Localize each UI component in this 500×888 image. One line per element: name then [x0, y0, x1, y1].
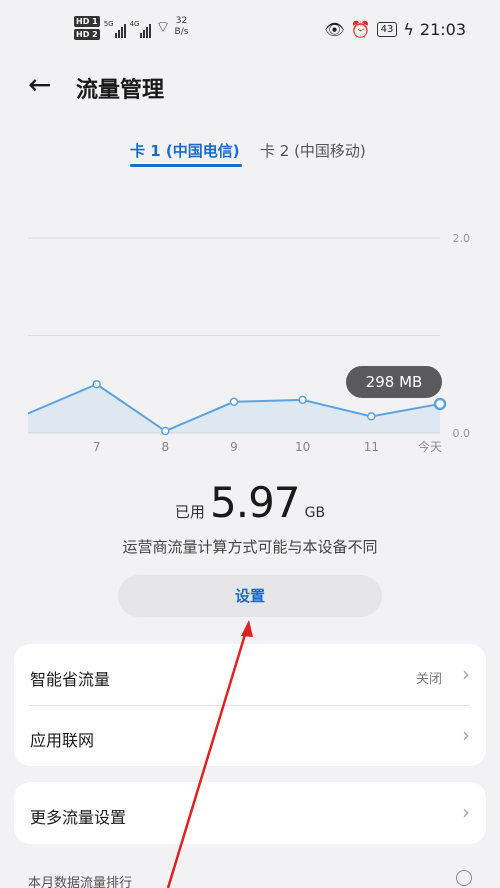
network-speed: 32 B/s [174, 16, 189, 37]
y-tick-label: 0.0 [453, 427, 471, 440]
wifi-icon: ⌔ [155, 17, 171, 36]
usage-value: 5.97 [210, 478, 301, 527]
row-value: 关闭 [415, 672, 442, 687]
status-time: 21:03 [419, 20, 466, 39]
data-point [367, 412, 376, 421]
status-left: HD 1 HD 2 5G 4G ⌔ 32 B/s [74, 16, 188, 40]
row-label: 应用联网 [30, 731, 95, 750]
x-tick-label: 9 [230, 440, 238, 454]
tab-sim-2[interactable]: 卡 2 (中国移动) [260, 140, 366, 161]
eye-icon: 👁 [324, 20, 345, 39]
settings-button[interactable]: 设置 [118, 575, 382, 617]
chevron-right-icon: › [462, 800, 470, 824]
chevron-right-icon: › [462, 662, 470, 686]
more-settings-card: 更多流量设置 › [14, 782, 486, 844]
signal-1-icon: 5G [104, 16, 126, 38]
x-tick-label: 今天 [418, 439, 442, 454]
status-right: 👁 ⏰ 43 ϟ 21:03 [324, 20, 466, 39]
usage-chart: 2.0 0.0 7 8 9 10 11 今天 298 MB [27, 232, 471, 454]
data-point [161, 426, 170, 436]
tab-indicator [130, 164, 242, 167]
data-point [298, 395, 307, 405]
alarm-icon: ⏰ [350, 20, 371, 39]
chevron-right-icon: › [462, 723, 470, 747]
more-data-settings-row[interactable]: 更多流量设置 › [14, 782, 486, 843]
charging-icon: ϟ [403, 20, 414, 39]
hd-badge-2: HD 2 [74, 29, 100, 40]
arrow-left-icon[interactable]: ← [28, 70, 51, 100]
row-label: 更多流量设置 [30, 808, 127, 827]
smart-data-saver-row[interactable]: 智能省流量 关闭 › [14, 644, 486, 706]
monthly-ranking-label: 本月数据流量排行 [28, 876, 133, 888]
page-title: 流量管理 [76, 78, 165, 103]
x-tick-label: 8 [162, 440, 170, 454]
usage-prefix: 已用 [174, 503, 205, 521]
top-bar: ← 流量管理 [0, 70, 500, 104]
tab-sim-1[interactable]: 卡 1 (中国电信) [130, 140, 240, 161]
options-card: 智能省流量 关闭 › 应用联网 › [14, 644, 486, 766]
data-point [229, 397, 239, 407]
info-circle-icon[interactable] [456, 870, 472, 886]
hd-badge-1: HD 1 [74, 16, 100, 27]
tooltip-label: 298 MB [366, 373, 423, 391]
carrier-note: 运营商流量计算方式可能与本设备不同 [122, 538, 378, 556]
data-point [433, 397, 447, 411]
battery-icon: 43 [376, 22, 398, 37]
app-network-row[interactable]: 应用联网 › [14, 705, 486, 766]
y-tick-label: 2.0 [453, 232, 471, 245]
signal-2-icon: 4G [130, 16, 152, 38]
row-label: 智能省流量 [30, 670, 111, 689]
usage-unit: GB [304, 505, 326, 521]
data-point [92, 380, 101, 389]
usage-summary: 已用 5.97 GB [0, 478, 500, 527]
status-bar: HD 1 HD 2 5G 4G ⌔ 32 B/s 👁 ⏰ 43 ϟ 21:03 [0, 0, 500, 62]
x-tick-label: 7 [93, 440, 101, 454]
x-tick-label: 10 [295, 440, 310, 454]
x-tick-label: 11 [364, 440, 379, 454]
